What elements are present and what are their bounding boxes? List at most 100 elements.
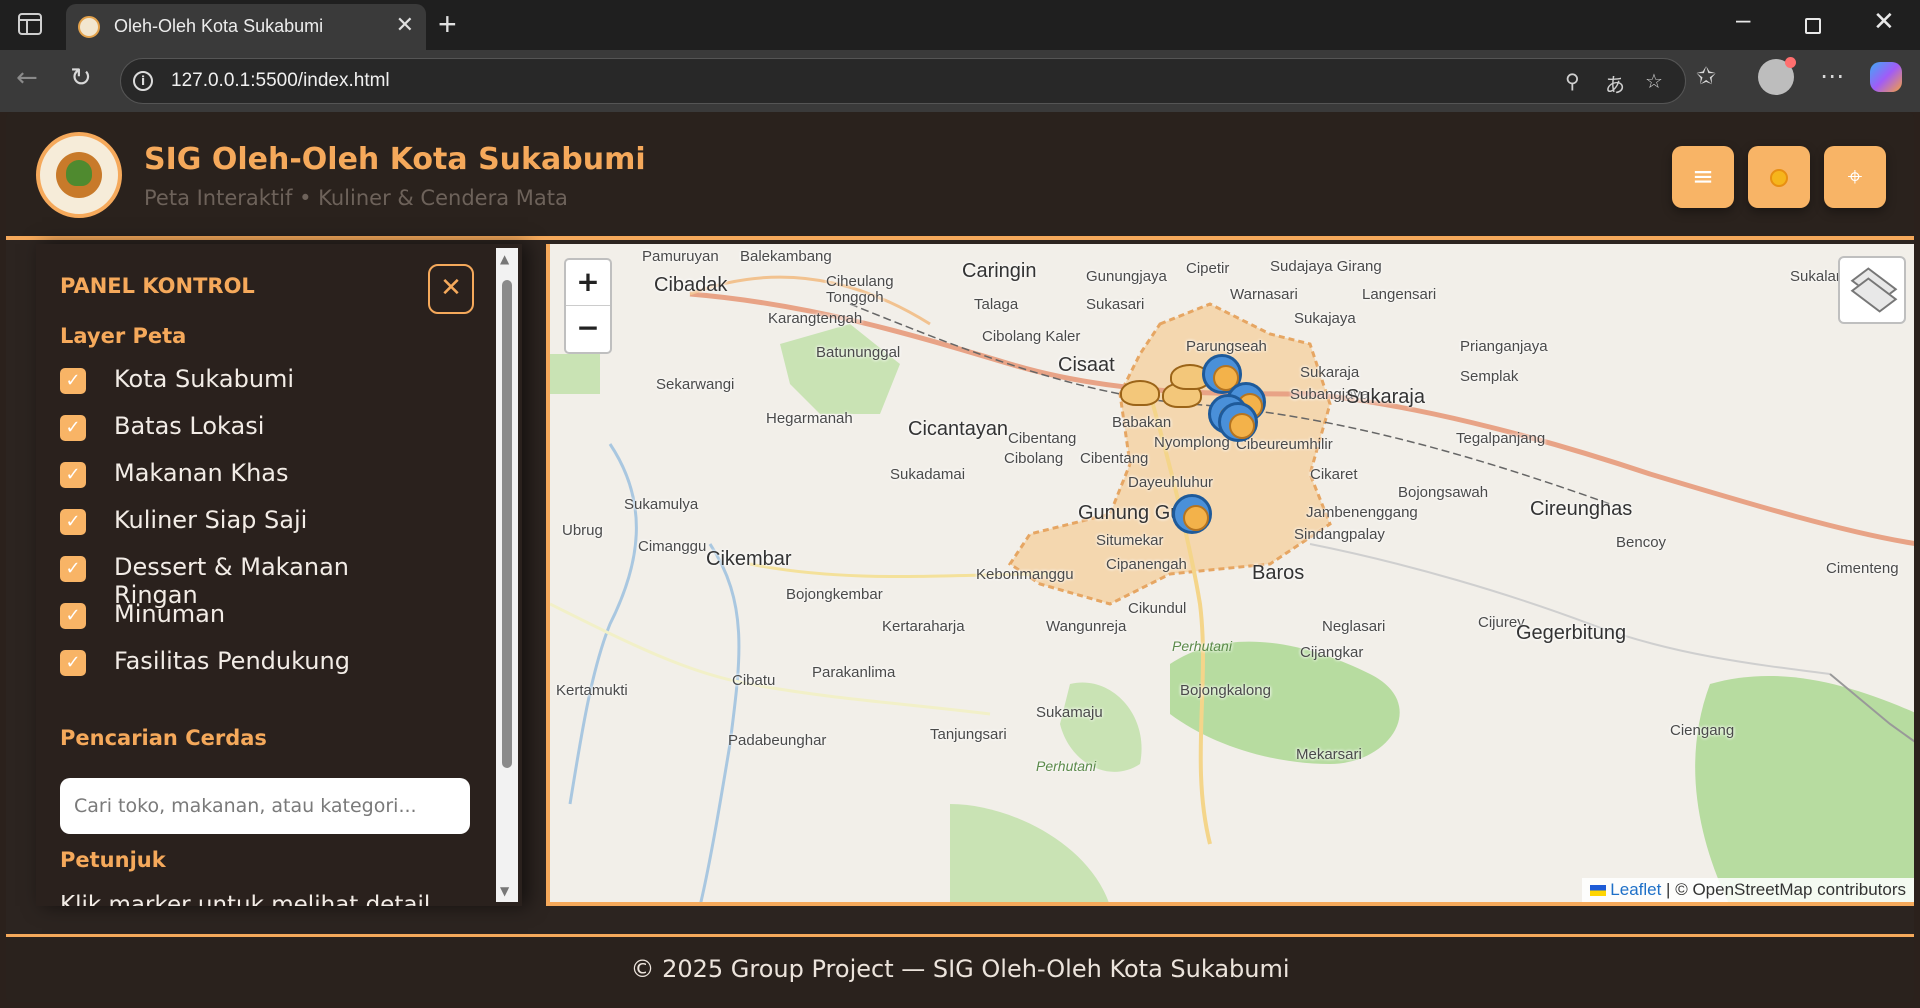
checkbox[interactable]: ✓ [60, 415, 86, 441]
layer-toggle-dessert[interactable]: ✓ Dessert & Makanan Ringan [60, 548, 440, 609]
map-marker-kuliner[interactable] [1218, 402, 1258, 442]
layer-toggle-kota-sukabumi[interactable]: ✓ Kota Sukabumi [60, 360, 440, 400]
search-input[interactable] [60, 778, 470, 834]
layer-label: Kota Sukabumi [114, 365, 295, 393]
scroll-down-icon[interactable]: ▼ [500, 884, 509, 898]
map-place-label: Parakanlima [812, 664, 896, 681]
map-place-label: Cibeureumhilir [1236, 436, 1333, 453]
control-panel: PANEL KONTROL ✕ Layer Peta ✓ Kota Sukabu… [36, 244, 522, 906]
hint-section-title: Petunjuk [60, 848, 166, 872]
layer-label: Fasilitas Pendukung [114, 647, 350, 675]
scroll-up-icon[interactable]: ▲ [500, 252, 509, 266]
map-place-label: Sukajaya [1294, 310, 1356, 327]
new-tab-icon[interactable]: + [438, 6, 457, 43]
window-close-icon[interactable]: ✕ [1873, 6, 1895, 37]
map-place-label: Sudajaya Girang [1270, 258, 1382, 275]
page-title: SIG Oleh-Oleh Kota Sukabumi [144, 142, 646, 177]
location-pin-icon[interactable]: ⚲ [1565, 69, 1580, 93]
back-icon[interactable]: ← [16, 63, 38, 93]
map-place-label: Cibatu [732, 672, 776, 689]
map-place-label: Gegerbitung [1516, 622, 1627, 644]
map-place-label: Semplak [1460, 368, 1519, 385]
map-place-label: Sukaraja [1300, 364, 1360, 381]
footer-text: © 2025 Group Project — SIG Oleh-Oleh Kot… [630, 955, 1290, 983]
favorites-icon[interactable]: ✩ [1696, 62, 1716, 90]
favorite-star-icon[interactable]: ☆ [1645, 69, 1663, 93]
theme-toggle-button[interactable] [1748, 146, 1810, 208]
checkbox[interactable]: ✓ [60, 509, 86, 535]
restore-icon[interactable] [1805, 18, 1821, 34]
more-menu-icon[interactable]: ⋯ [1820, 62, 1844, 90]
checkbox[interactable]: ✓ [60, 603, 86, 629]
address-bar[interactable]: i 127.0.0.1:5500/index.html ⚲ あ ☆ [120, 58, 1686, 104]
map-place-label: Bencoy [1616, 534, 1667, 551]
map-place-label: Kebonmanggu [976, 566, 1074, 583]
map-place-label: Talaga [974, 296, 1019, 313]
map-place-label: Karangtengah [768, 310, 863, 327]
map-place-label: Cibentang [1008, 430, 1077, 447]
attribution-text: | © OpenStreetMap contributors [1661, 880, 1906, 899]
map-place-label: Cibadak [654, 274, 728, 296]
map-place-label: Ubrug [562, 522, 603, 539]
page-viewport: SIG Oleh-Oleh Kota Sukabumi Peta Interak… [0, 112, 1920, 1008]
translate-icon[interactable]: あ [1605, 69, 1625, 98]
sidebar-toggle-icon[interactable] [18, 13, 42, 35]
layers-section-title: Layer Peta [60, 324, 187, 348]
browser-tab[interactable]: Oleh-Oleh Kota Sukabumi ✕ [66, 4, 426, 50]
ukraine-flag-icon [1590, 885, 1607, 897]
layers-control-icon[interactable] [1838, 256, 1906, 324]
reload-icon[interactable]: ↻ [70, 63, 92, 93]
locate-button[interactable]: ⌖ [1824, 146, 1886, 208]
panel-scrollbar[interactable]: ▲ ▼ [496, 248, 518, 902]
app-container: SIG Oleh-Oleh Kota Sukabumi Peta Interak… [6, 112, 1914, 1002]
map-place-label: Langensari [1362, 286, 1437, 303]
map-place-label: Prianganjaya [1460, 338, 1548, 355]
map-view[interactable]: Pamuruyan Balekambang Cibadak Ciheulang … [546, 244, 1914, 906]
leaflet-link[interactable]: Leaflet [1610, 880, 1661, 899]
checkbox[interactable]: ✓ [60, 556, 86, 582]
zoom-in-button[interactable]: + [566, 260, 610, 306]
checkbox[interactable]: ✓ [60, 462, 86, 488]
map-place-label: Cibolang Kaler [982, 328, 1081, 345]
map-place-label: Perhutani [1172, 638, 1232, 654]
map-place-label: Neglasari [1322, 618, 1386, 635]
tab-title: Oleh-Oleh Kota Sukabumi [114, 16, 324, 36]
checkbox[interactable]: ✓ [60, 368, 86, 394]
panel-close-button[interactable]: ✕ [428, 264, 474, 314]
copilot-icon[interactable] [1870, 62, 1902, 92]
browser-toolbar: ← ↻ i 127.0.0.1:5500/index.html ⚲ あ ☆ ✩ … [0, 50, 1920, 112]
map-place-label: Caringin [962, 260, 1037, 282]
zoom-out-button[interactable]: − [566, 306, 610, 352]
url-text[interactable]: 127.0.0.1:5500/index.html [171, 70, 390, 92]
layer-label: Batas Lokasi [114, 412, 265, 440]
map-place-label: Cijangkar [1300, 644, 1364, 661]
app-footer: © 2025 Group Project — SIG Oleh-Oleh Kot… [6, 934, 1914, 1002]
panel-title: PANEL KONTROL [60, 274, 255, 298]
layer-toggle-fasilitas[interactable]: ✓ Fasilitas Pendukung [60, 642, 440, 682]
map-marker-dessert[interactable] [1120, 380, 1160, 406]
layer-toggle-kuliner-siap-saji[interactable]: ✓ Kuliner Siap Saji [60, 501, 440, 541]
map-place-label: Batununggal [816, 344, 901, 361]
minimize-icon[interactable]: – [1736, 4, 1750, 35]
map-place-label: Cipetir [1186, 260, 1230, 277]
map-place-label: Tegalpanjang [1456, 430, 1546, 447]
scroll-thumb[interactable] [502, 280, 512, 768]
site-info-icon[interactable]: i [133, 71, 153, 91]
layer-toggle-makanan-khas[interactable]: ✓ Makanan Khas [60, 454, 440, 494]
map-place-label: Wangunreja [1046, 618, 1127, 635]
map-place-label: Cipanengah [1106, 556, 1187, 573]
map-place-label: Cimenteng [1826, 560, 1899, 577]
layer-toggle-batas-lokasi[interactable]: ✓ Batas Lokasi [60, 407, 440, 447]
tab-close-icon[interactable]: ✕ [396, 14, 414, 36]
map-place-label: Sukadamai [890, 466, 966, 483]
logo-emblem [56, 152, 102, 198]
layer-toggle-minuman[interactable]: ✓ Minuman [60, 595, 440, 635]
menu-button[interactable]: ≡ [1672, 146, 1734, 208]
checkbox[interactable]: ✓ [60, 650, 86, 676]
layer-label: Kuliner Siap Saji [114, 506, 308, 534]
profile-avatar[interactable] [1758, 57, 1796, 95]
map-place-label: Cireunghas [1530, 498, 1633, 520]
map-place-label: Bojongkembar [786, 586, 883, 603]
map-attribution: Leaflet | © OpenStreetMap contributors [1582, 878, 1914, 902]
map-marker-kuliner[interactable] [1172, 494, 1212, 534]
